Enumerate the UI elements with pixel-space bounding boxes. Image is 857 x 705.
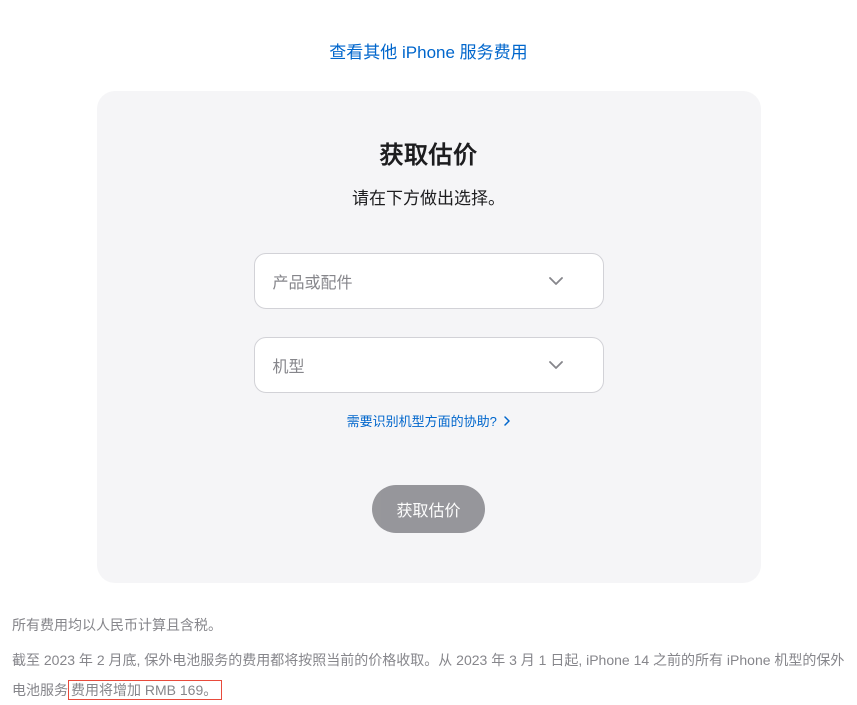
other-services-link[interactable]: 查看其他 iPhone 服务费用 [329,43,527,62]
chevron-right-icon [504,414,510,429]
footer-note-1: 所有费用均以人民币计算且含税。 [12,611,845,640]
footer-notes: 所有费用均以人民币计算且含税。 截至 2023 年 2 月底, 保外电池服务的费… [10,583,847,705]
model-select-placeholder: 机型 [273,353,305,377]
card-title: 获取估价 [137,135,721,170]
product-select-placeholder: 产品或配件 [273,269,353,293]
chevron-down-icon [549,277,563,285]
model-select[interactable]: 机型 [254,337,604,393]
help-link-wrapper: 需要识别机型方面的协助? [137,411,721,431]
help-identify-link[interactable]: 需要识别机型方面的协助? [347,414,511,429]
top-link-wrapper: 查看其他 iPhone 服务费用 [10,0,847,91]
help-link-label: 需要识别机型方面的协助? [347,414,497,429]
estimate-card: 获取估价 请在下方做出选择。 产品或配件 机型 [97,91,761,583]
product-select-wrapper: 产品或配件 [254,253,604,309]
card-subtitle: 请在下方做出选择。 [137,184,721,209]
chevron-down-icon [549,361,563,369]
footer-note-2: 截至 2023 年 2 月底, 保外电池服务的费用都将按照当前的价格收取。从 2… [12,646,845,705]
get-estimate-button[interactable]: 获取估价 [372,485,484,533]
price-increase-highlight: 费用将增加 RMB 169。 [68,680,222,700]
product-select[interactable]: 产品或配件 [254,253,604,309]
model-select-wrapper: 机型 [254,337,604,393]
